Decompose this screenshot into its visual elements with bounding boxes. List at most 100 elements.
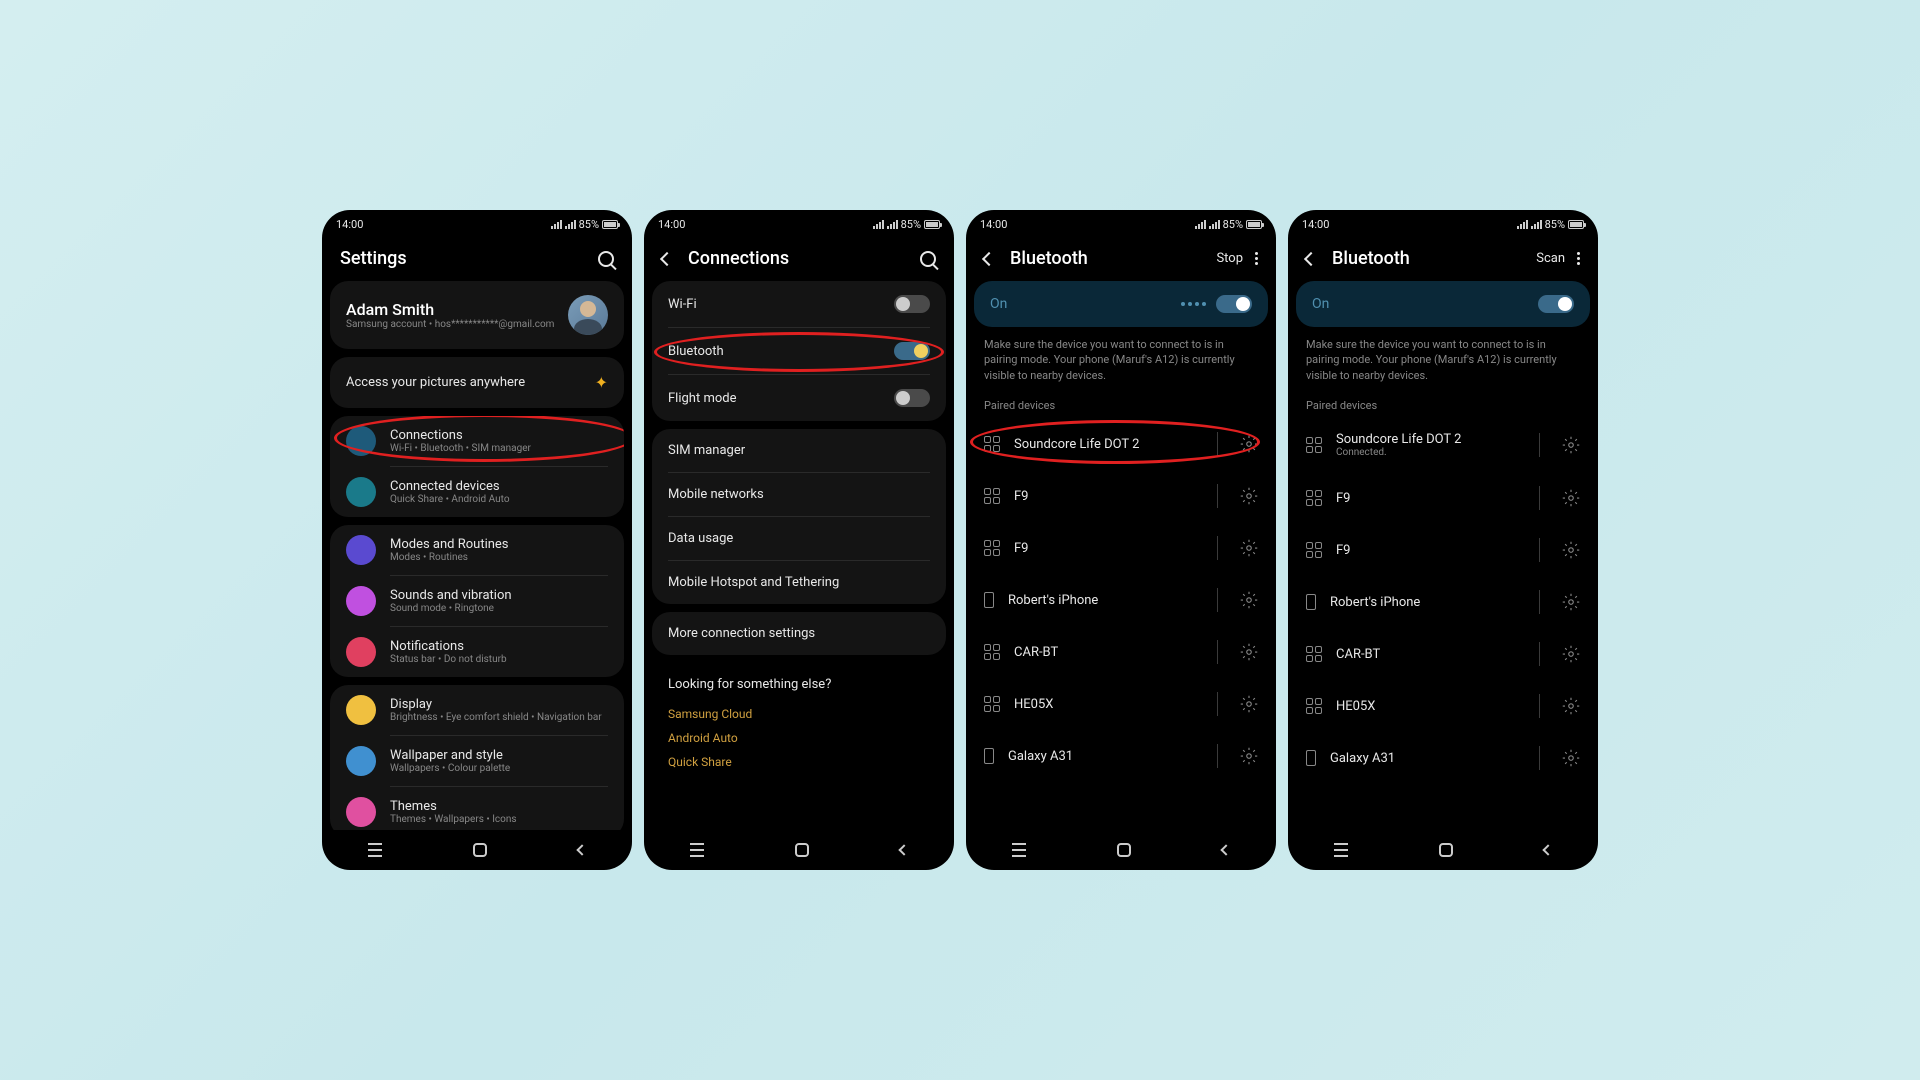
toggle-label: Wi-Fi	[668, 297, 697, 312]
nav-back[interactable]	[1543, 844, 1554, 855]
gear-icon[interactable]	[1240, 695, 1258, 713]
bluetooth-toggle[interactable]	[1216, 295, 1252, 313]
gear-icon[interactable]	[1240, 643, 1258, 661]
battery-icon	[1568, 220, 1584, 229]
toggle-switch[interactable]	[894, 389, 930, 407]
nav-recent[interactable]	[368, 843, 382, 857]
gear-icon[interactable]	[1562, 436, 1580, 454]
battery-icon	[1246, 220, 1262, 229]
settings-row-modes-and-routines[interactable]: Modes and RoutinesModes • Routines	[330, 525, 624, 575]
gear-icon[interactable]	[1240, 539, 1258, 557]
row-subtitle: Wi-Fi • Bluetooth • SIM manager	[390, 443, 608, 454]
device-row[interactable]: F9	[966, 522, 1276, 574]
device-name: Robert's iPhone	[1330, 595, 1517, 610]
nav-recent[interactable]	[690, 843, 704, 857]
grid-icon	[984, 436, 1000, 452]
nav-home[interactable]	[1439, 843, 1453, 857]
toggle-row-wi-fi[interactable]: Wi-Fi	[652, 281, 946, 327]
ic-conn-icon	[346, 477, 376, 507]
link-android-auto[interactable]: Android Auto	[668, 726, 930, 750]
more-icon[interactable]	[1255, 252, 1258, 265]
device-row[interactable]: Soundcore Life DOT 2Connected.	[1288, 418, 1598, 472]
phone-bluetooth-scanning: 14:00 85% Bluetooth Stop On Make sure th…	[966, 210, 1276, 870]
row-subtitle: Modes • Routines	[390, 552, 608, 563]
back-icon[interactable]	[660, 251, 674, 265]
profile-card[interactable]: Adam Smith Samsung account • hos********…	[330, 281, 624, 349]
device-row[interactable]: Galaxy A31	[1288, 732, 1598, 784]
device-row[interactable]: F9	[966, 470, 1276, 522]
status-bar: 14:00 85%	[966, 210, 1276, 234]
toggle-row-bluetooth[interactable]: Bluetooth	[652, 328, 946, 374]
device-row[interactable]: HE05X	[966, 678, 1276, 730]
nav-home[interactable]	[795, 843, 809, 857]
back-icon[interactable]	[1304, 251, 1318, 265]
more-icon[interactable]	[1577, 252, 1580, 265]
conn-item-data-usage[interactable]: Data usage	[652, 517, 946, 560]
device-row[interactable]: CAR-BT	[966, 626, 1276, 678]
scan-button[interactable]: Scan	[1536, 251, 1565, 266]
row-subtitle: Wallpapers • Colour palette	[390, 763, 608, 774]
gear-icon[interactable]	[1240, 591, 1258, 609]
gear-icon[interactable]	[1562, 697, 1580, 715]
gear-icon[interactable]	[1240, 747, 1258, 765]
device-row[interactable]: F9	[1288, 524, 1598, 576]
device-name: Soundcore Life DOT 2	[1014, 437, 1195, 452]
link-samsung-cloud[interactable]: Samsung Cloud	[668, 702, 930, 726]
nav-back[interactable]	[577, 844, 588, 855]
settings-row-notifications[interactable]: NotificationsStatus bar • Do not disturb	[330, 627, 624, 677]
more-connection-settings[interactable]: More connection settings	[652, 612, 946, 655]
device-row[interactable]: F9	[1288, 472, 1598, 524]
gear-icon[interactable]	[1240, 487, 1258, 505]
settings-row-display[interactable]: DisplayBrightness • Eye comfort shield •…	[330, 685, 624, 735]
search-icon[interactable]	[598, 251, 614, 267]
toggle-switch[interactable]	[894, 342, 930, 360]
gear-icon[interactable]	[1562, 645, 1580, 663]
device-row[interactable]: Galaxy A31	[966, 730, 1276, 782]
nav-back[interactable]	[899, 844, 910, 855]
grid-icon	[984, 644, 1000, 660]
toggle-row-flight-mode[interactable]: Flight mode	[652, 375, 946, 421]
device-row[interactable]: Robert's iPhone	[966, 574, 1276, 626]
stop-button[interactable]: Stop	[1216, 251, 1243, 266]
item-label: Mobile networks	[668, 487, 764, 502]
row-title: Themes	[390, 799, 608, 814]
gear-icon[interactable]	[1240, 435, 1258, 453]
gear-icon[interactable]	[1562, 749, 1580, 767]
device-row[interactable]: Soundcore Life DOT 2	[966, 418, 1276, 470]
bluetooth-toggle[interactable]	[1538, 295, 1574, 313]
gear-icon[interactable]	[1562, 489, 1580, 507]
pictures-card[interactable]: Access your pictures anywhere ✦	[330, 357, 624, 408]
gear-icon[interactable]	[1562, 541, 1580, 559]
settings-row-themes[interactable]: ThemesThemes • Wallpapers • Icons	[330, 787, 624, 830]
bluetooth-on-card[interactable]: On	[974, 281, 1268, 327]
nav-recent[interactable]	[1012, 843, 1026, 857]
gear-icon[interactable]	[1562, 593, 1580, 611]
conn-item-mobile-hotspot-and-tethering[interactable]: Mobile Hotspot and Tethering	[652, 561, 946, 604]
settings-row-connected-devices[interactable]: Connected devicesQuick Share • Android A…	[330, 467, 624, 517]
grid-icon	[1306, 490, 1322, 506]
bluetooth-on-card[interactable]: On	[1296, 281, 1590, 327]
nav-home[interactable]	[473, 843, 487, 857]
page-title: Bluetooth	[1010, 248, 1088, 269]
toggle-switch[interactable]	[894, 295, 930, 313]
device-row[interactable]: HE05X	[1288, 680, 1598, 732]
conn-item-sim-manager[interactable]: SIM manager	[652, 429, 946, 472]
ic-sound-icon	[346, 586, 376, 616]
row-title: Notifications	[390, 639, 608, 654]
nav-recent[interactable]	[1334, 843, 1348, 857]
device-row[interactable]: CAR-BT	[1288, 628, 1598, 680]
conn-item-mobile-networks[interactable]: Mobile networks	[652, 473, 946, 516]
search-icon[interactable]	[920, 251, 936, 267]
control-dots-icon	[1181, 302, 1206, 306]
device-row[interactable]: Robert's iPhone	[1288, 576, 1598, 628]
header: Connections	[644, 234, 954, 281]
settings-row-sounds-and-vibration[interactable]: Sounds and vibrationSound mode • Rington…	[330, 576, 624, 626]
settings-row-wallpaper-and-style[interactable]: Wallpaper and styleWallpapers • Colour p…	[330, 736, 624, 786]
page-title: Settings	[340, 248, 407, 269]
link-quick-share[interactable]: Quick Share	[668, 750, 930, 774]
settings-row-connections[interactable]: ConnectionsWi-Fi • Bluetooth • SIM manag…	[330, 416, 624, 466]
back-icon[interactable]	[982, 251, 996, 265]
nav-back[interactable]	[1221, 844, 1232, 855]
nav-home[interactable]	[1117, 843, 1131, 857]
bluetooth-help: Make sure the device you want to connect…	[966, 337, 1276, 399]
